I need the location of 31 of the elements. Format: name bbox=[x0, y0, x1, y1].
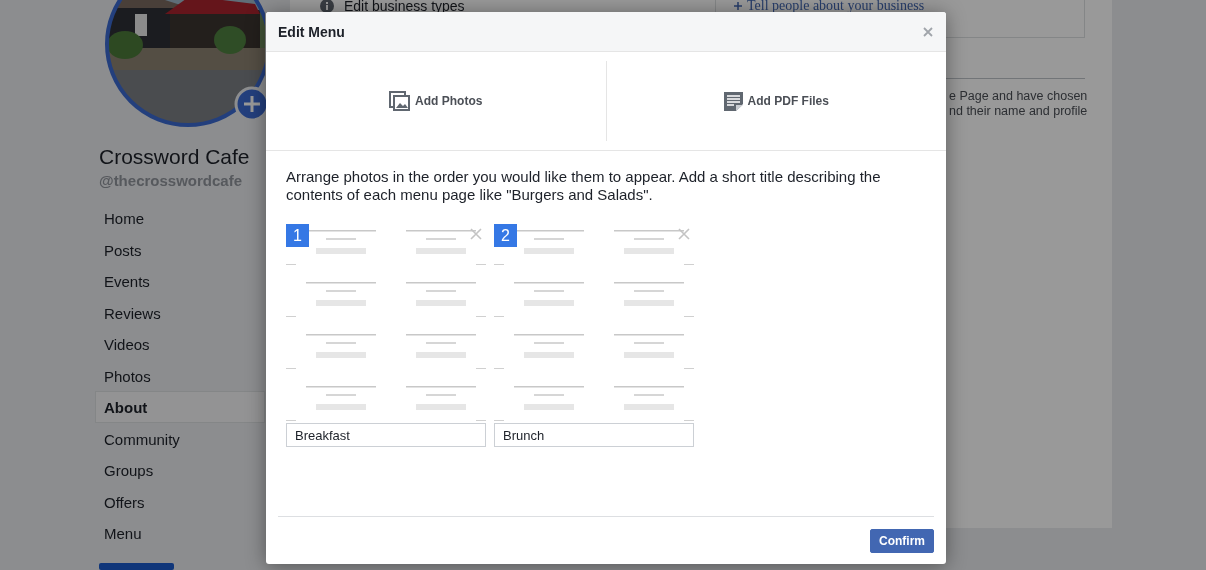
nav-item[interactable]: Reviews bbox=[95, 296, 265, 328]
remove-icon[interactable] bbox=[678, 228, 690, 240]
action-button[interactable] bbox=[99, 562, 174, 570]
page-title-field[interactable]: Brunch bbox=[494, 423, 694, 447]
document-icon bbox=[723, 91, 743, 111]
nav-item[interactable]: Groups bbox=[95, 454, 265, 486]
confirm-button[interactable]: Confirm bbox=[870, 528, 934, 553]
page-number: 2 bbox=[494, 224, 517, 247]
page-title-field[interactable]: Breakfast bbox=[286, 423, 486, 447]
nav-item[interactable]: Photos bbox=[95, 359, 265, 391]
add-option-button[interactable]: Add Photos bbox=[389, 91, 483, 111]
nav-item[interactable]: Menu bbox=[95, 517, 265, 549]
nav-item[interactable]: Offers bbox=[95, 485, 265, 517]
nav-item[interactable]: Events bbox=[95, 265, 265, 297]
plus-icon bbox=[734, 2, 742, 10]
add-option-button[interactable]: Add PDF Files bbox=[723, 91, 829, 111]
info-link[interactable]: Tell people about your business bbox=[747, 0, 925, 12]
nav-item[interactable]: Home bbox=[95, 202, 265, 234]
nav-item[interactable]: Posts bbox=[95, 233, 265, 265]
photos-icon bbox=[389, 91, 411, 111]
dialog-title: Edit Menu bbox=[278, 23, 345, 40]
close-icon[interactable] bbox=[923, 26, 933, 37]
page-number: 1 bbox=[286, 224, 309, 247]
remove-icon[interactable] bbox=[470, 228, 482, 240]
page-name: Crossword Cafe bbox=[98, 145, 251, 169]
note-text: e Page and have chosen bbox=[949, 89, 1085, 104]
nav-item[interactable]: About bbox=[95, 391, 265, 423]
note-text: nd their name and profile bbox=[949, 104, 1085, 119]
nav-item[interactable]: Community bbox=[95, 422, 265, 454]
nav-item[interactable]: Videos bbox=[95, 328, 265, 360]
instructions-text: Arrange photos in the order you would like them to appear. Add a short title describing the contents of each menu page like "Burgers and Salads". bbox=[286, 168, 882, 204]
